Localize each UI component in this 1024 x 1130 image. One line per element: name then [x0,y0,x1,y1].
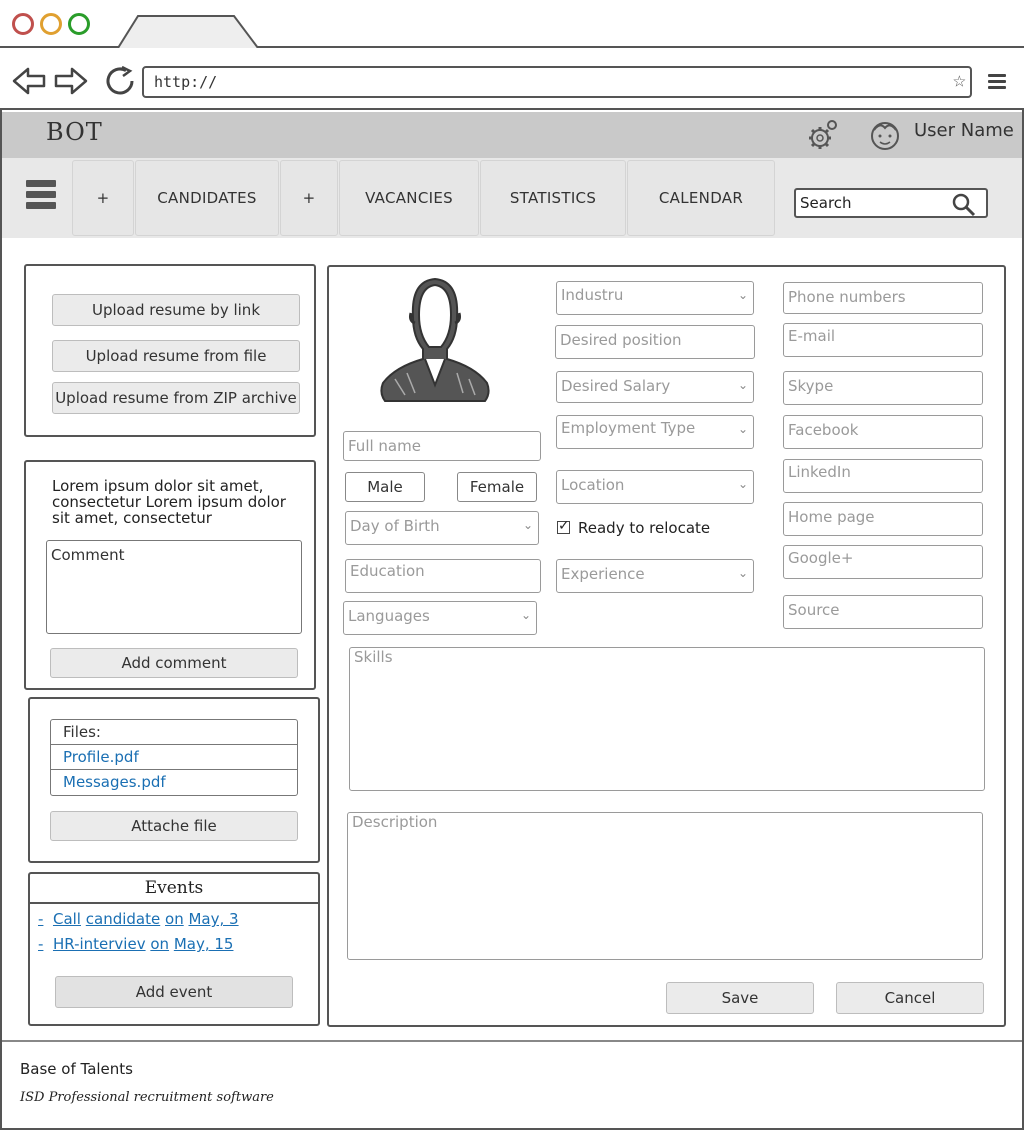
location-select[interactable]: Location [556,470,754,504]
desired-salary-select[interactable]: Desired Salary [556,371,754,403]
source-field[interactable]: Source [783,595,983,629]
event-subject-link[interactable]: candidate [86,910,160,928]
footer: Base of Talents ISD Professional recruit… [2,1040,1022,1128]
candidate-photo-placeholder[interactable] [375,275,495,405]
male-button[interactable]: Male [345,472,425,502]
search-placeholder: Search [800,194,852,212]
employment-type-select[interactable]: Employment Type [556,415,754,449]
upload-by-link-button[interactable]: Upload resume by link [52,294,300,326]
url-text: http:// [154,73,218,91]
education-field[interactable]: Education [345,559,541,593]
phone-field[interactable]: Phone numbers [783,282,983,314]
skills-textarea[interactable]: Skills [349,647,985,791]
tab-calendar[interactable]: CALENDAR [627,160,775,236]
event-action-link[interactable]: HR-interviev [53,935,146,953]
browser-toolbar: http:// ☆ [0,48,1024,110]
user-name[interactable]: User Name [914,120,1014,141]
comment-placeholder: Comment [51,546,125,564]
footer-subtitle: ISD Professional recruitment software [20,1090,274,1105]
event-item[interactable]: - Call candidate on May, 3 [38,910,239,928]
attach-file-button[interactable]: Attache file [50,811,298,841]
add-candidate-tab[interactable]: + [72,160,134,236]
search-input[interactable]: Search [794,188,988,218]
desired-position-field[interactable]: Desired position [555,325,755,359]
save-button[interactable]: Save [666,982,814,1014]
comment-panel: Lorem ipsum dolor sit amet, consectetur … [24,460,316,690]
files-list: Files: Profile.pdf Messages.pdf [50,719,298,796]
event-dash: - [38,935,44,953]
ready-to-relocate-label: Ready to relocate [578,519,711,537]
minimize-window-icon[interactable] [40,13,62,35]
settings-gear-icon[interactable] [806,118,840,152]
app-header: BOT User Name [2,112,1022,158]
checkbox-checked-icon[interactable] [557,518,570,534]
upload-panel: Upload resume by link Upload resume from… [24,264,316,437]
event-action-link[interactable]: Call [53,910,81,928]
event-item[interactable]: - HR-interviev on May, 15 [38,935,233,953]
day-of-birth-select[interactable]: Day of Birth [345,511,539,545]
tab-candidates[interactable]: CANDIDATES [135,160,279,236]
industry-select[interactable]: Industru [556,281,754,315]
cancel-button[interactable]: Cancel [836,982,984,1014]
hamburger-menu-icon[interactable] [26,180,56,213]
file-link[interactable]: Profile.pdf [51,745,297,770]
event-on: on [165,910,184,928]
browser-menu-icon[interactable] [988,74,1006,92]
comment-text: Lorem ipsum dolor sit amet, consectetur … [52,477,286,527]
full-name-field[interactable]: Full name [343,431,541,461]
female-button[interactable]: Female [457,472,537,502]
footer-title: Base of Talents [20,1060,133,1078]
tab-statistics[interactable]: STATISTICS [480,160,626,236]
add-event-button[interactable]: Add event [55,976,293,1008]
add-comment-button[interactable]: Add comment [50,648,298,678]
file-link[interactable]: Messages.pdf [51,770,297,795]
event-date-link[interactable]: May, 3 [188,910,238,928]
events-panel: Events - Call candidate on May, 3 - HR-i… [28,872,320,1026]
upload-from-zip-button[interactable]: Upload resume from ZIP archive [52,382,300,414]
main-navigation: + CANDIDATES + VACANCIES STATISTICS CALE… [2,158,1022,238]
linkedin-field[interactable]: LinkedIn [783,459,983,493]
events-title: Events [30,874,318,904]
files-header: Files: [51,720,297,745]
languages-select[interactable]: Languages [343,601,537,635]
app-logo[interactable]: BOT [46,118,103,146]
event-date-link[interactable]: May, 15 [174,935,234,953]
event-on: on [150,935,170,953]
description-textarea[interactable]: Description [347,812,983,960]
forward-arrow-icon[interactable] [54,66,88,96]
comment-textarea[interactable]: Comment [46,540,302,634]
back-arrow-icon[interactable] [12,66,46,96]
reload-icon[interactable] [104,66,138,96]
address-bar[interactable]: http:// ☆ [142,66,972,98]
facebook-field[interactable]: Facebook [783,415,983,449]
tab-vacancies[interactable]: VACANCIES [339,160,479,236]
browser-titlebar [0,0,1024,48]
user-avatar-icon[interactable] [868,118,902,152]
google-plus-field[interactable]: Google+ [783,545,983,579]
close-window-icon[interactable] [12,13,34,35]
maximize-window-icon[interactable] [68,13,90,35]
skype-field[interactable]: Skype [783,371,983,405]
upload-from-file-button[interactable]: Upload resume from file [52,340,300,372]
ready-to-relocate-checkbox[interactable]: Ready to relocate [557,518,711,537]
home-page-field[interactable]: Home page [783,502,983,536]
event-dash: - [38,910,44,928]
browser-tab[interactable] [118,14,260,48]
bookmark-star-icon[interactable]: ☆ [953,70,966,92]
add-vacancy-tab[interactable]: + [280,160,338,236]
email-field[interactable]: E-mail [783,323,983,357]
search-icon[interactable] [952,193,976,217]
experience-select[interactable]: Experience [556,559,754,593]
files-panel: Files: Profile.pdf Messages.pdf Attache … [28,697,320,863]
candidate-form-panel: Full name Male Female Day of Birth Educa… [327,265,1006,1027]
